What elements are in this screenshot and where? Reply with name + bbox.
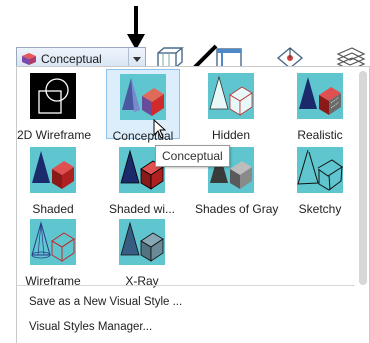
visual-styles-manager-item[interactable]: Visual Styles Manager... (29, 321, 152, 333)
style-tile-x-ray[interactable]: X-Ray (106, 219, 178, 288)
style-label: Shaded (32, 202, 74, 216)
2d-wireframe-thumbnail (30, 73, 76, 119)
visual-styles-gallery: 2D Wireframe Conceptual Hidden Realistic… (16, 66, 370, 343)
realistic-thumbnail (297, 73, 343, 119)
sketchy-thumbnail (297, 147, 343, 193)
style-label: Conceptual (112, 129, 174, 143)
conceptual-thumbnail (120, 74, 166, 120)
conceptual-style-icon (22, 53, 36, 65)
style-tile-realistic[interactable]: Realistic (284, 73, 356, 142)
style-label: Sketchy (298, 202, 342, 216)
style-tile-shaded[interactable]: Shaded (17, 147, 89, 216)
style-label: Shaded wi... (108, 202, 176, 216)
x-ray-thumbnail (119, 219, 165, 265)
style-label: Shades of Gray (195, 202, 279, 216)
style-label: Realistic (297, 128, 343, 142)
scrollbar[interactable] (359, 71, 367, 285)
style-label: Hidden (211, 128, 251, 142)
style-tile-hidden[interactable]: Hidden (195, 73, 267, 142)
shaded-thumbnail (30, 147, 76, 193)
style-tile-sketchy[interactable]: Sketchy (284, 147, 356, 216)
tooltip: Conceptual (155, 145, 230, 167)
style-tile-wireframe[interactable]: Wireframe (17, 219, 89, 288)
style-label: 2D Wireframe (17, 128, 92, 142)
wireframe-thumbnail (30, 219, 76, 265)
style-tile-2d-wireframe[interactable]: 2D Wireframe (17, 73, 92, 142)
mouse-cursor-icon (153, 119, 167, 139)
visual-style-selected: Conceptual (41, 52, 102, 66)
menu-divider (17, 285, 355, 286)
save-as-new-visual-style-item[interactable]: Save as a New Visual Style ... (29, 296, 182, 308)
style-tile-conceptual[interactable]: Conceptual (106, 69, 180, 143)
hidden-thumbnail (208, 73, 254, 119)
